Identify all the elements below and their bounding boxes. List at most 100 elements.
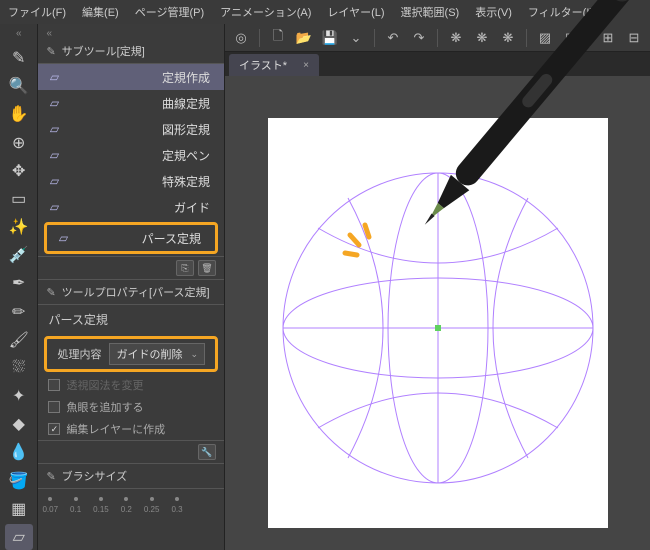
subtool-actions: ⎘ 🗑 bbox=[38, 256, 224, 280]
subtool-label: ガイド bbox=[70, 199, 216, 216]
ruler-icon: ▱ bbox=[46, 121, 62, 137]
open-icon[interactable]: 📂 bbox=[294, 28, 314, 48]
subtool-item-guide[interactable]: ▱ ガイド bbox=[38, 194, 224, 220]
menu-bar: ファイル(F) 編集(E) ページ管理(P) アニメーション(A) レイヤー(L… bbox=[0, 0, 650, 24]
tool-property-actions: 🔧 bbox=[38, 440, 224, 464]
ruler-icon: ▱ bbox=[55, 230, 71, 246]
spin2-icon[interactable]: ❋ bbox=[472, 28, 492, 48]
pencil-small-icon: ✎ bbox=[46, 470, 55, 483]
snap1-icon[interactable]: ⊞ bbox=[598, 28, 618, 48]
menu-edit[interactable]: 編集(E) bbox=[82, 4, 119, 20]
tool-property-title: ツールプロパティ[パース定規] bbox=[62, 284, 210, 300]
brush-size-item[interactable]: 0.3 bbox=[171, 497, 182, 514]
brush-size-title: ブラシサイズ bbox=[62, 468, 127, 484]
close-icon[interactable]: × bbox=[303, 60, 309, 71]
fill-icon[interactable]: 🪣 bbox=[5, 468, 33, 494]
highlight-process-content: 処理内容 ガイドの削除 ⌄ bbox=[44, 336, 218, 372]
collapse-panel-icon[interactable]: « bbox=[38, 28, 224, 39]
checkbox-icon bbox=[48, 379, 60, 391]
menu-page[interactable]: ページ管理(P) bbox=[135, 4, 204, 20]
deco-icon[interactable]: ✦ bbox=[5, 383, 33, 409]
checkbox-create-in-edit-layer[interactable]: ✓ 編集レイヤーに作成 bbox=[38, 418, 224, 440]
operation-icon[interactable]: ⊕ bbox=[5, 130, 33, 156]
pen-icon[interactable]: ✒ bbox=[5, 270, 33, 296]
menu-view[interactable]: 表示(V) bbox=[475, 4, 512, 20]
tab-row: イラスト* × bbox=[225, 52, 650, 76]
ruler-tool-icon[interactable]: ▱ bbox=[5, 524, 33, 550]
ruler-icon: ▱ bbox=[46, 95, 62, 111]
subtool-label: 図形定規 bbox=[70, 121, 216, 138]
undo-icon[interactable]: ↶ bbox=[383, 28, 403, 48]
collapse-icon[interactable]: « bbox=[16, 28, 22, 39]
move-icon[interactable]: ✥ bbox=[5, 158, 33, 184]
menu-anim[interactable]: アニメーション(A) bbox=[220, 4, 311, 20]
brush-size-item[interactable]: 0.07 bbox=[42, 497, 58, 514]
pencil-icon[interactable]: ✎ bbox=[5, 45, 33, 71]
pencil-small-icon: ✎ bbox=[46, 45, 55, 58]
tool-property-header: ✎ ツールプロパティ[パース定規] bbox=[38, 280, 224, 305]
subtool-label: 特殊定規 bbox=[70, 173, 216, 190]
brush-size-item[interactable]: 0.15 bbox=[93, 497, 109, 514]
delete-subtool-icon[interactable]: 🗑 bbox=[198, 260, 216, 276]
canvas-viewport[interactable] bbox=[225, 76, 650, 550]
highlight-perspective-ruler: ▱ パース定規 bbox=[44, 222, 218, 254]
magnify-icon[interactable]: 🔍 bbox=[5, 73, 33, 99]
outside-icon[interactable]: ▣ bbox=[561, 28, 581, 48]
tab-label: イラスト* bbox=[239, 57, 287, 73]
subtool-item-shape-ruler[interactable]: ▱ 図形定規 bbox=[38, 116, 224, 142]
subtool-item-create-ruler[interactable]: ▱ 定規作成 bbox=[38, 64, 224, 90]
tool-strip: « ✎ 🔍 ✋ ⊕ ✥ ▭ ✨ 💉 ✒ ✏ 🖌 ⛆ ✦ ◆ 💧 🪣 ▦ ▱ bbox=[0, 24, 38, 550]
airbrush-icon[interactable]: ⛆ bbox=[5, 355, 33, 381]
subtool-label: 定規ペン bbox=[70, 147, 216, 164]
spin3-icon[interactable]: ❋ bbox=[498, 28, 518, 48]
checkbox-label: 透視図法を変更 bbox=[66, 377, 143, 393]
menu-filter[interactable]: フィルター(I) bbox=[528, 4, 593, 20]
eyedropper-icon[interactable]: 💉 bbox=[5, 242, 33, 268]
marquee-icon[interactable]: ▭ bbox=[5, 186, 33, 212]
menu-layer[interactable]: レイヤー(L) bbox=[327, 4, 384, 20]
subtool-item-perspective-ruler[interactable]: ▱ パース定規 bbox=[47, 225, 215, 251]
subtool-item-special-ruler[interactable]: ▱ 特殊定規 bbox=[38, 168, 224, 194]
copy-subtool-icon[interactable]: ⎘ bbox=[176, 260, 194, 276]
checkbox-label: 編集レイヤーに作成 bbox=[66, 421, 165, 437]
subtool-header: ✎ サブツール[定規] bbox=[38, 39, 224, 64]
process-content-value: ガイドの削除 bbox=[116, 346, 182, 362]
perspective-sphere bbox=[278, 158, 598, 498]
subtool-label: 曲線定規 bbox=[70, 95, 216, 112]
snap2-icon[interactable]: ⊟ bbox=[624, 28, 644, 48]
pencil2-icon[interactable]: ✏ bbox=[5, 299, 33, 325]
subtool-item-curve-ruler[interactable]: ▱ 曲線定規 bbox=[38, 90, 224, 116]
redo-icon[interactable]: ↷ bbox=[409, 28, 429, 48]
canvas-area: ◎ 🗋 📂 💾 ⌄ ↶ ↷ ❋ ❋ ❋ ▨ ▣ ⊞ ⊟ イラスト* × bbox=[225, 24, 650, 550]
clip-studio-icon[interactable]: ◎ bbox=[231, 28, 251, 48]
save-icon[interactable]: 💾 bbox=[320, 28, 340, 48]
document-tab[interactable]: イラスト* × bbox=[229, 54, 319, 76]
brush-size-item[interactable]: 0.2 bbox=[121, 497, 132, 514]
blend-icon[interactable]: 💧 bbox=[5, 439, 33, 465]
spin1-icon[interactable]: ❋ bbox=[446, 28, 466, 48]
subtool-item-ruler-pen[interactable]: ▱ 定規ペン bbox=[38, 142, 224, 168]
canvas-paper[interactable] bbox=[268, 118, 608, 528]
chevron-down-icon[interactable]: ⌄ bbox=[346, 28, 366, 48]
subtool-label: パース定規 bbox=[79, 230, 207, 247]
ruler-icon: ▱ bbox=[46, 69, 62, 85]
checkbox-icon: ✓ bbox=[48, 423, 60, 435]
wrench-icon[interactable]: 🔧 bbox=[198, 444, 216, 460]
checkbox-add-fisheye[interactable]: 魚眼を追加する bbox=[38, 396, 224, 418]
frame-icon[interactable]: ▦ bbox=[5, 496, 33, 522]
wand-icon[interactable]: ✨ bbox=[5, 214, 33, 240]
new-icon[interactable]: 🗋 bbox=[268, 28, 288, 48]
hand-icon[interactable]: ✋ bbox=[5, 101, 33, 127]
clear-icon[interactable]: ▨ bbox=[535, 28, 555, 48]
brush-icon[interactable]: 🖌 bbox=[5, 327, 33, 353]
brush-size-item[interactable]: 0.1 bbox=[70, 497, 81, 514]
process-content-label: 処理内容 bbox=[57, 346, 101, 362]
brush-size-item[interactable]: 0.25 bbox=[144, 497, 160, 514]
eraser-icon[interactable]: ◆ bbox=[5, 411, 33, 437]
checkbox-change-perspective: 透視図法を変更 bbox=[38, 374, 224, 396]
process-content-row: 処理内容 ガイドの削除 ⌄ bbox=[47, 339, 215, 369]
checkbox-label: 魚眼を追加する bbox=[66, 399, 143, 415]
process-content-dropdown[interactable]: ガイドの削除 ⌄ bbox=[109, 343, 205, 365]
menu-select[interactable]: 選択範囲(S) bbox=[401, 4, 460, 20]
menu-file[interactable]: ファイル(F) bbox=[8, 4, 66, 20]
